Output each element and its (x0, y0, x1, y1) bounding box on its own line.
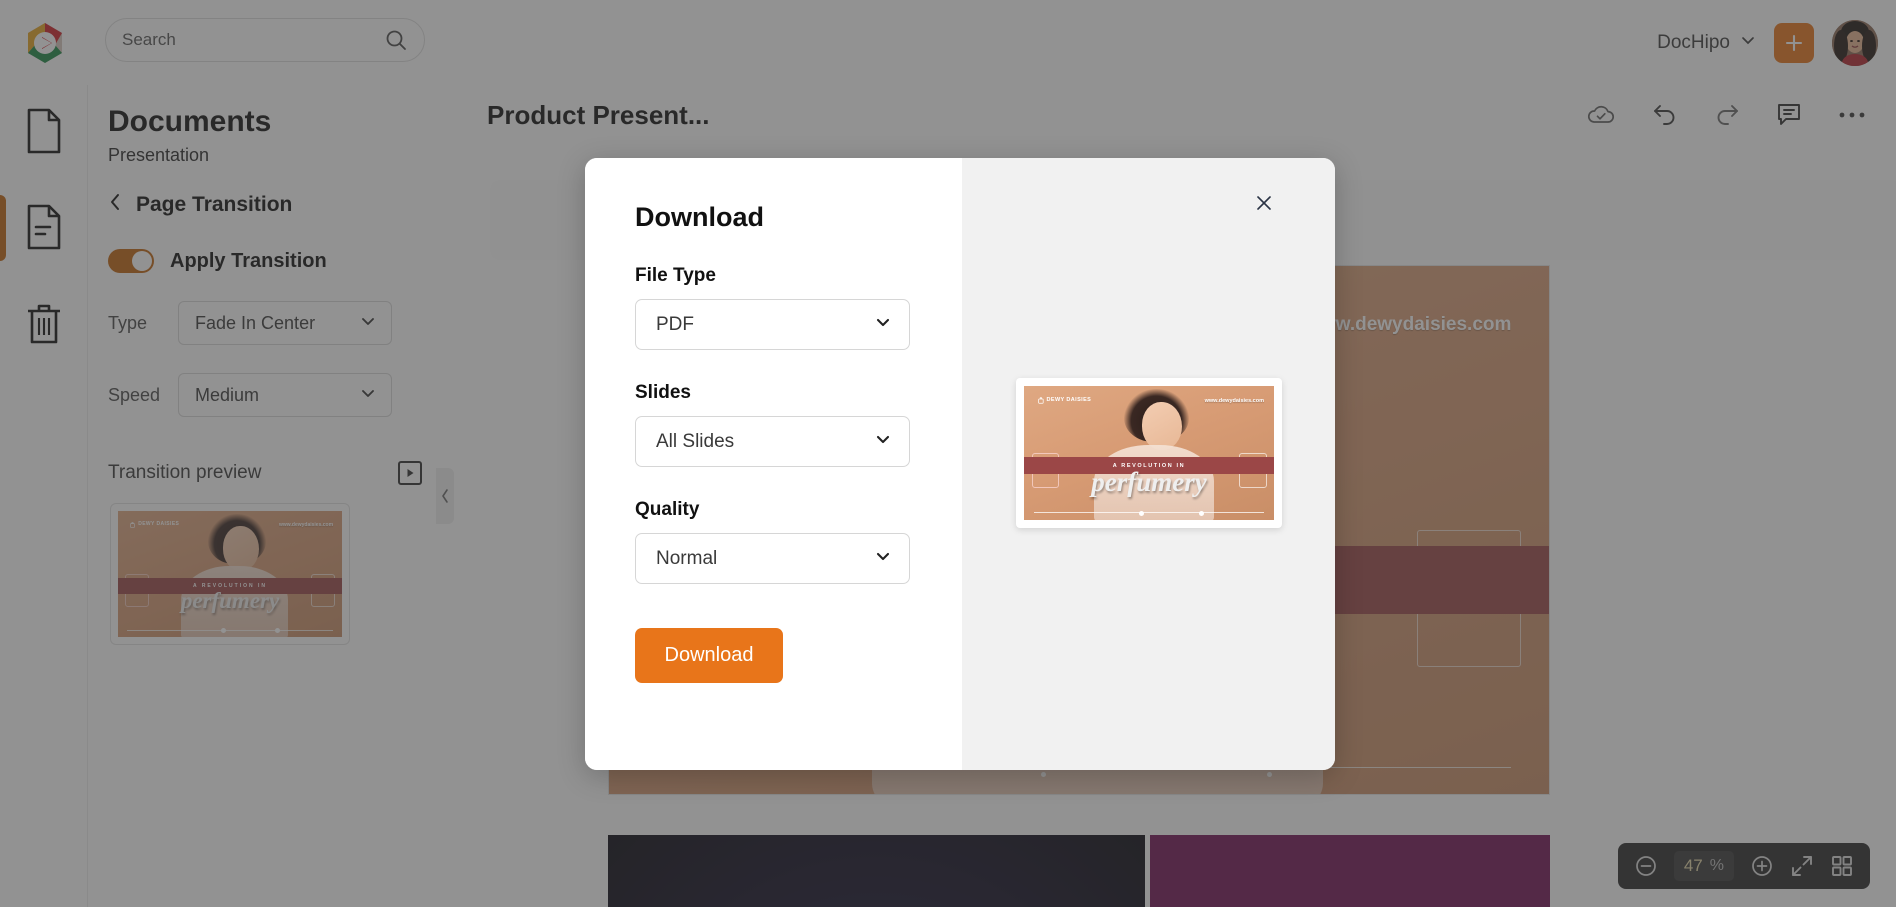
slides-label: Slides (635, 382, 691, 403)
download-modal-title: Download (635, 202, 764, 232)
slide-dot (1139, 510, 1144, 516)
file-type-select[interactable]: PDF (635, 299, 910, 350)
slides-select[interactable]: All Slides (635, 416, 910, 467)
chevron-down-icon (873, 429, 893, 454)
download-modal-form: Download File Type PDF Slides All Slides (585, 158, 962, 770)
quality-value: Normal (656, 547, 718, 569)
slide-dot (1199, 510, 1204, 516)
quality-select[interactable]: Normal (635, 533, 910, 584)
slide-rule (1034, 512, 1264, 514)
download-submit-button[interactable]: Download (635, 628, 783, 683)
download-modal: Download File Type PDF Slides All Slides (585, 158, 1335, 770)
close-icon[interactable] (1249, 188, 1279, 218)
app-root: DocHipo (0, 0, 1896, 907)
quality-label: Quality (635, 499, 700, 520)
file-type-value: PDF (656, 313, 694, 335)
slide-brand-text: DEWY DAISIES (1046, 397, 1092, 404)
chevron-down-icon (873, 546, 893, 571)
download-modal-preview: DEWY DAISIES www.dewydaisies.com A REVOL… (962, 158, 1335, 770)
download-preview-thumbnail: DEWY DAISIES www.dewydaisies.com A REVOL… (1016, 378, 1282, 528)
slide-artwork: DEWY DAISIES www.dewydaisies.com A REVOL… (1024, 386, 1274, 520)
slides-value: All Slides (656, 430, 735, 452)
slide-url: www.dewydaisies.com (1204, 398, 1264, 405)
slide-brand: DEWY DAISIES (1037, 395, 1092, 405)
slide-model-face (1141, 402, 1182, 451)
file-type-label: File Type (635, 265, 716, 286)
chevron-down-icon (873, 312, 893, 337)
slide-headline: perfumery (1091, 467, 1207, 498)
